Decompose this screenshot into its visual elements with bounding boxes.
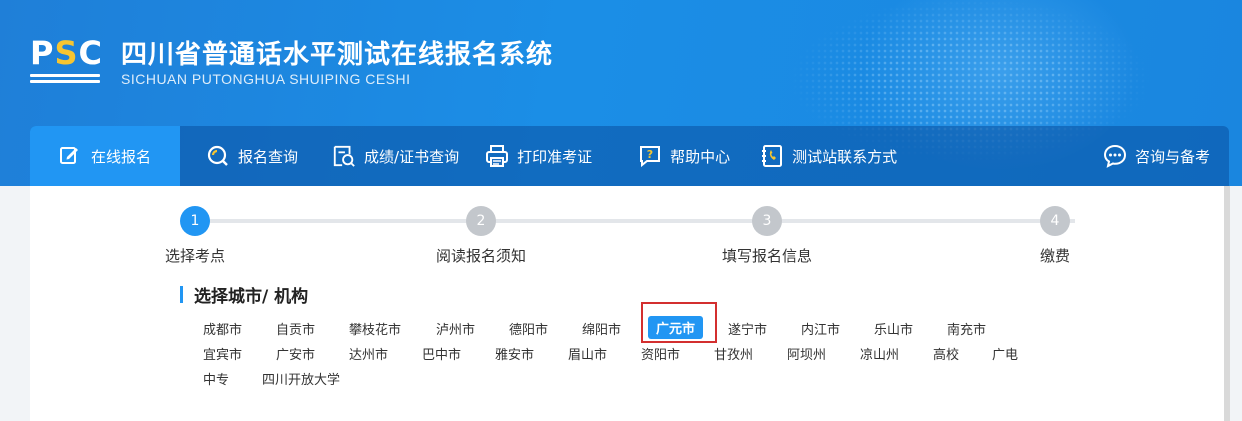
nav-label: 成绩/证书查询 bbox=[364, 147, 460, 166]
printer-icon bbox=[485, 144, 509, 168]
site-title: 四川省普通话水平测试在线报名系统 bbox=[121, 40, 554, 70]
step-label: 阅读报名须知 bbox=[435, 247, 527, 265]
edit-icon bbox=[59, 144, 83, 168]
nav-help-center[interactable]: ? 帮助中心 bbox=[638, 126, 730, 186]
section-heading: 选择城市/ 机构 bbox=[180, 283, 309, 307]
nav-print-admission-ticket[interactable]: 打印准考证 bbox=[485, 126, 592, 186]
certificate-search-icon bbox=[332, 144, 356, 168]
city-option[interactable]: 内江市 bbox=[801, 319, 840, 338]
step-progress-track bbox=[195, 219, 1075, 223]
nav-label: 报名查询 bbox=[238, 147, 299, 166]
nav-registration-query[interactable]: 报名查询 bbox=[206, 126, 298, 186]
content-panel: 1 2 3 4 选择考点 阅读报名须知 填写报名信息 缴费 选择城市/ 机构 成… bbox=[30, 186, 1224, 421]
city-option[interactable]: 泸州市 bbox=[436, 319, 475, 338]
logo-book-lines bbox=[30, 74, 102, 83]
nav-online-registration[interactable]: 在线报名 bbox=[30, 126, 180, 186]
step-label: 选择考点 bbox=[164, 247, 226, 265]
logo-letter-s: S bbox=[54, 34, 79, 72]
logo-letter-c: C bbox=[78, 34, 103, 72]
nav-score-certificate-query[interactable]: 成绩/证书查询 bbox=[332, 126, 459, 186]
nav-label: 帮助中心 bbox=[670, 147, 731, 166]
city-option[interactable]: 四川开放大学 bbox=[262, 369, 340, 388]
selection-highlight-box bbox=[641, 302, 717, 343]
scrollbar[interactable] bbox=[1224, 186, 1230, 421]
city-option[interactable]: 德阳市 bbox=[509, 319, 548, 338]
city-option[interactable]: 雅安市 bbox=[495, 344, 534, 363]
site-header: PSC 四川省普通话水平测试在线报名系统 SICHUAN PUTONGHUA S… bbox=[0, 0, 1242, 186]
city-option[interactable]: 甘孜州 bbox=[714, 344, 753, 363]
psc-logo: PSC bbox=[30, 36, 102, 88]
city-option[interactable]: 巴中市 bbox=[422, 344, 461, 363]
step-circle: 3 bbox=[752, 206, 782, 236]
search-icon bbox=[206, 144, 230, 168]
city-option[interactable]: 达州市 bbox=[349, 344, 388, 363]
nav-consultation[interactable]: 咨询与备考 bbox=[1103, 126, 1210, 186]
nav-label: 打印准考证 bbox=[517, 147, 593, 166]
city-option[interactable]: 眉山市 bbox=[568, 344, 607, 363]
step-label: 缴费 bbox=[1039, 247, 1071, 265]
city-option[interactable]: 乐山市 bbox=[874, 319, 913, 338]
chat-icon bbox=[1103, 144, 1127, 168]
city-option[interactable]: 宜宾市 bbox=[203, 344, 242, 363]
step-circle: 1 bbox=[180, 206, 210, 236]
city-option[interactable]: 南充市 bbox=[947, 319, 986, 338]
step-label: 填写报名信息 bbox=[721, 247, 813, 265]
help-icon: ? bbox=[638, 144, 662, 168]
city-option[interactable]: 阿坝州 bbox=[787, 344, 826, 363]
city-option[interactable]: 自贡市 bbox=[276, 319, 315, 338]
nav-test-station-contacts[interactable]: 测试站联系方式 bbox=[760, 126, 897, 186]
city-option[interactable]: 资阳市 bbox=[641, 344, 680, 363]
city-option[interactable]: 绵阳市 bbox=[582, 319, 621, 338]
nav-label: 在线报名 bbox=[90, 147, 151, 166]
city-option[interactable]: 成都市 bbox=[203, 319, 242, 338]
city-option[interactable]: 广电 bbox=[992, 344, 1018, 363]
step-circle: 4 bbox=[1040, 206, 1070, 236]
svg-text:?: ? bbox=[647, 148, 653, 161]
city-option[interactable]: 凉山州 bbox=[860, 344, 899, 363]
city-option[interactable]: 遂宁市 bbox=[728, 319, 767, 338]
main-nav: 在线报名 报名查询 成绩/证书查询 打印准考证 ? 帮助中心 测试站联系方式 咨… bbox=[30, 126, 1229, 186]
heading-accent-bar bbox=[180, 285, 183, 303]
phone-book-icon bbox=[760, 144, 784, 168]
logo-text: PSC bbox=[30, 36, 102, 70]
nav-label: 测试站联系方式 bbox=[792, 147, 898, 166]
logo-letter-p: P bbox=[30, 34, 55, 72]
nav-label: 咨询与备考 bbox=[1134, 147, 1210, 166]
site-subtitle: SICHUAN PUTONGHUA SHUIPING CESHI bbox=[121, 71, 411, 87]
city-option[interactable]: 高校 bbox=[933, 344, 959, 363]
section-title: 选择城市/ 机构 bbox=[194, 286, 309, 307]
city-option[interactable]: 广安市 bbox=[276, 344, 315, 363]
city-option[interactable]: 中专 bbox=[203, 369, 229, 388]
step-circle: 2 bbox=[466, 206, 496, 236]
city-option[interactable]: 攀枝花市 bbox=[349, 319, 401, 338]
